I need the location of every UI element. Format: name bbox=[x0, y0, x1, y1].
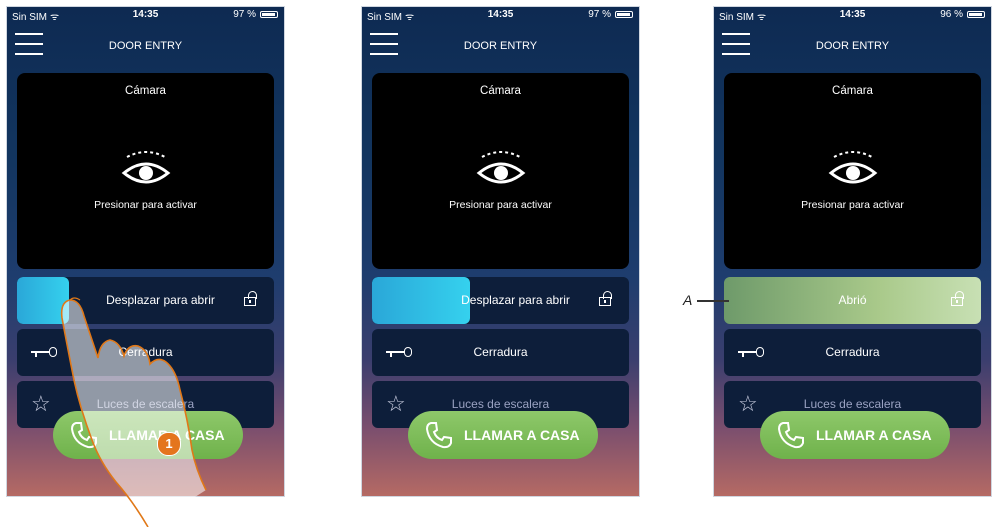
call-home-label: LLAMAR A CASA bbox=[816, 427, 932, 443]
camera-preview[interactable]: Cámara Presionar para activar bbox=[372, 73, 629, 269]
eye-icon bbox=[121, 151, 170, 184]
eye-icon bbox=[828, 151, 877, 184]
callout-line bbox=[697, 300, 729, 302]
battery-icon bbox=[260, 11, 278, 18]
stairs-label: Luces de escalera bbox=[96, 397, 195, 411]
app-title: DOOR ENTRY bbox=[463, 40, 538, 52]
action-lock[interactable]: Cerradura bbox=[724, 329, 981, 376]
activate-hint: Presionar para activar bbox=[449, 199, 552, 211]
battery-icon bbox=[615, 11, 633, 18]
call-home-label: LLAMAR A CASA bbox=[464, 427, 580, 443]
slide-to-open-control[interactable]: Desplazar para abrir bbox=[372, 277, 629, 324]
call-home-button[interactable]: LLAMAR A CASA bbox=[53, 411, 243, 459]
call-home-button[interactable]: LLAMAR A CASA bbox=[408, 411, 598, 459]
step-number-badge: 1 bbox=[157, 432, 181, 456]
phone-handset-icon bbox=[777, 422, 804, 449]
phone-screen-step-1: Sin SIM ᯤ 14:35 97 % DOOR ENTRY Cámara Pr… bbox=[6, 6, 285, 497]
lock-label: Cerradura bbox=[473, 345, 528, 359]
slide-to-open-control[interactable]: Desplazar para abrir bbox=[17, 277, 274, 324]
unlock-icon bbox=[951, 291, 965, 306]
door-opened-status: Abrió bbox=[724, 277, 981, 324]
action-lock[interactable]: Cerradura bbox=[17, 329, 274, 376]
battery-percent: 97 % bbox=[588, 9, 611, 20]
phone-handset-icon bbox=[70, 422, 97, 449]
eye-icon bbox=[476, 151, 525, 184]
stairs-label: Luces de escalera bbox=[803, 397, 902, 411]
phone-handset-icon bbox=[425, 422, 452, 449]
lock-label: Cerradura bbox=[118, 345, 173, 359]
unlock-icon bbox=[599, 291, 613, 306]
phone-screen-step-2: Sin SIM ᯤ 14:35 97 % DOOR ENTRY Cámara Pr… bbox=[361, 6, 640, 497]
call-home-button[interactable]: LLAMAR A CASA bbox=[760, 411, 950, 459]
stairs-label: Luces de escalera bbox=[451, 397, 550, 411]
slider-handle[interactable] bbox=[17, 277, 69, 324]
app-title: DOOR ENTRY bbox=[815, 40, 890, 52]
phone-screen-step-3: Sin SIM ᯤ 14:35 96 % DOOR ENTRY Cámara Pr… bbox=[713, 6, 992, 497]
status-bar: Sin SIM ᯤ 14:35 97 % bbox=[362, 7, 639, 23]
battery-icon bbox=[967, 11, 985, 18]
lock-label: Cerradura bbox=[825, 345, 880, 359]
slide-label: Desplazar para abrir bbox=[461, 293, 570, 307]
battery-percent: 97 % bbox=[233, 9, 256, 20]
slide-label: Desplazar para abrir bbox=[106, 293, 215, 307]
camera-title: Cámara bbox=[832, 85, 873, 97]
unlock-icon bbox=[244, 291, 258, 306]
app-title: DOOR ENTRY bbox=[108, 40, 183, 52]
camera-title: Cámara bbox=[125, 85, 166, 97]
opened-label: Abrió bbox=[838, 293, 867, 307]
battery-percent: 96 % bbox=[940, 9, 963, 20]
status-bar: Sin SIM ᯤ 14:35 97 % bbox=[7, 7, 284, 23]
activate-hint: Presionar para activar bbox=[801, 199, 904, 211]
camera-preview[interactable]: Cámara Presionar para activar bbox=[17, 73, 274, 269]
activate-hint: Presionar para activar bbox=[94, 199, 197, 211]
action-lock[interactable]: Cerradura bbox=[372, 329, 629, 376]
camera-preview[interactable]: Cámara Presionar para activar bbox=[724, 73, 981, 269]
status-bar: Sin SIM ᯤ 14:35 96 % bbox=[714, 7, 991, 23]
callout-label: A bbox=[683, 292, 693, 308]
camera-title: Cámara bbox=[480, 85, 521, 97]
